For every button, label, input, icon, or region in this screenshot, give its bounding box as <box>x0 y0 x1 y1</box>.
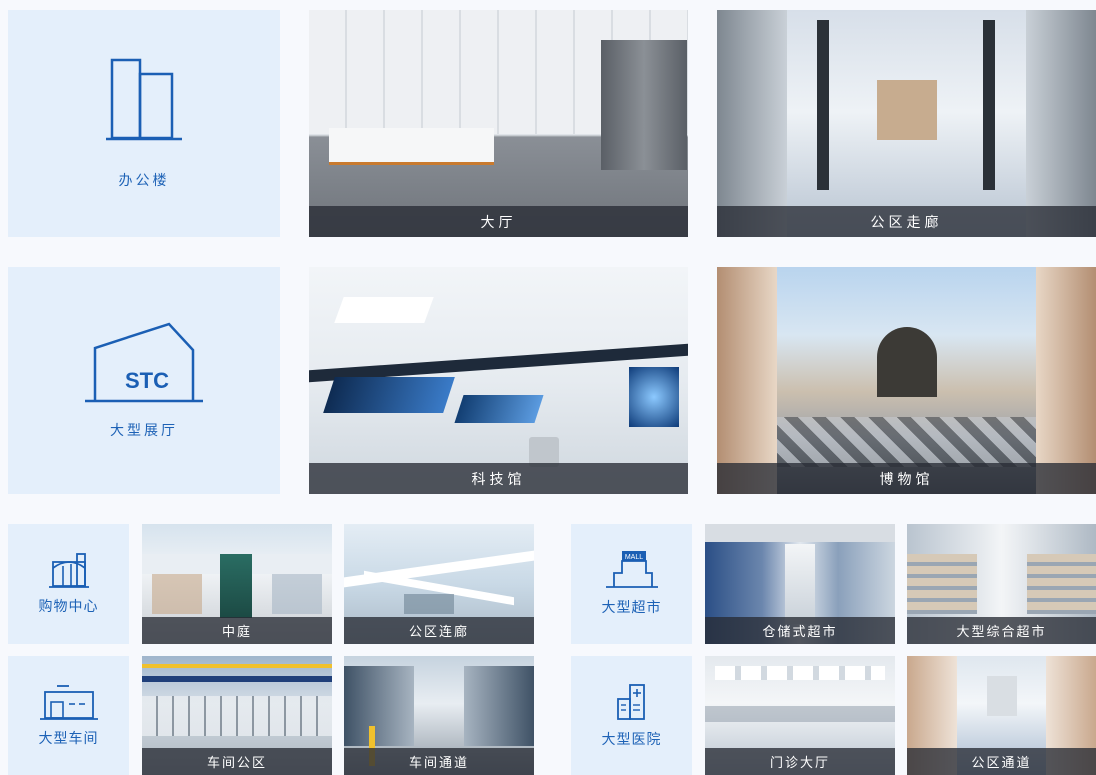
svg-text:MALL: MALL <box>624 554 642 561</box>
category-label: 大型超市 <box>601 600 662 616</box>
photo-outpatient-hall[interactable]: 门诊大厅 <box>705 656 895 775</box>
category-label: 购物中心 <box>38 599 99 615</box>
photo-caption: 大厅 <box>309 206 688 237</box>
hospital-icon <box>612 683 652 721</box>
category-showroom[interactable]: STC 大型展厅 <box>8 267 280 494</box>
photo-public-corridor[interactable]: 公区走廊 <box>717 10 1096 237</box>
category-label: 办公楼 <box>118 172 170 189</box>
showroom-stc-icon: STC <box>85 322 203 406</box>
category-supermarket[interactable]: MALL 大型超市 <box>571 524 692 644</box>
photo-caption: 公区通道 <box>907 748 1096 775</box>
photo-workshop-public[interactable]: 车间公区 <box>142 656 332 775</box>
photo-science-museum[interactable]: 科技馆 <box>309 267 688 494</box>
photo-caption: 公区连廊 <box>344 617 534 644</box>
photo-hospital-corridor[interactable]: 公区通道 <box>907 656 1096 775</box>
category-label: 大型医院 <box>601 731 662 748</box>
photo-caption: 大型综合超市 <box>907 617 1096 644</box>
photo-public-walkway[interactable]: 公区连廊 <box>344 524 534 644</box>
shopping-center-icon <box>47 552 91 588</box>
photo-caption: 门诊大厅 <box>705 748 895 775</box>
photo-workshop-aisle[interactable]: 车间通道 <box>344 656 534 775</box>
category-hospital[interactable]: 大型医院 <box>571 656 692 775</box>
category-label: 大型车间 <box>38 730 99 747</box>
photo-caption: 仓储式超市 <box>705 617 895 644</box>
category-workshop[interactable]: 大型车间 <box>8 656 129 775</box>
photo-caption: 博物馆 <box>717 463 1096 494</box>
photo-museum[interactable]: 博物馆 <box>717 267 1096 494</box>
photo-warehouse-supermarket[interactable]: 仓储式超市 <box>705 524 895 644</box>
office-building-icon <box>104 58 184 142</box>
photo-atrium[interactable]: 中庭 <box>142 524 332 644</box>
photo-hypermarket[interactable]: 大型综合超市 <box>907 524 1096 644</box>
category-shopping-center[interactable]: 购物中心 <box>8 524 129 644</box>
category-office-building[interactable]: 办公楼 <box>8 10 280 237</box>
photo-lobby[interactable]: 大厅 <box>309 10 688 237</box>
photo-caption: 公区走廊 <box>717 206 1096 237</box>
photo-caption: 中庭 <box>142 617 332 644</box>
category-label: 大型展厅 <box>110 422 178 439</box>
workshop-icon <box>39 684 99 720</box>
svg-text:STC: STC <box>125 368 169 393</box>
photo-caption: 车间公区 <box>142 748 332 775</box>
supermarket-mall-icon: MALL <box>604 551 660 589</box>
photo-caption: 车间通道 <box>344 748 534 775</box>
photo-caption: 科技馆 <box>309 463 688 494</box>
